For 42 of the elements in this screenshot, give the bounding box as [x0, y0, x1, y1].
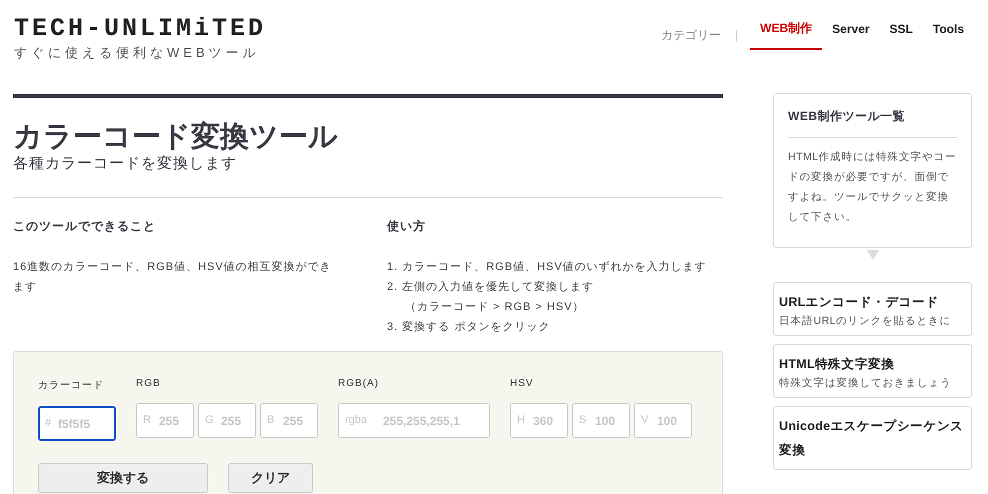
field-prefix: V [641, 414, 648, 427]
link-description: 特殊文字は変換しておきましょう [779, 376, 952, 390]
field-prefix: rgba [345, 414, 368, 427]
clear-button[interactable]: クリア [228, 463, 313, 493]
category-label: カテゴリー [661, 26, 722, 44]
field-prefix: S [579, 414, 586, 427]
usage-step: 2. 左側の入力値を優先して変換します [387, 277, 723, 297]
usage-note: （カラーコード > RGB > HSV） [404, 300, 586, 315]
tool-link-card[interactable]: Unicodeエスケープシーケンス変換 [773, 406, 972, 470]
field-label: RGB [136, 378, 162, 389]
site-tagline: すぐに使える便利なWEBツール [14, 44, 261, 62]
pointer-icon [866, 250, 878, 260]
link-title: URLエンコード・デコード [779, 294, 940, 311]
sidebar-text: HTML作成時には特殊文字やコードの変換が必要ですが、面倒ですよね。ツールでサクッと変換して下さい。 [788, 150, 957, 225]
section-heading: 使い方 [387, 218, 427, 235]
link-title: HTML特殊文字変換 [779, 356, 896, 373]
tool-link-card[interactable]: URLエンコード・デコード 日本語URLのリンクを貼るときに [773, 282, 972, 336]
link-title: Unicodeエスケープシーケンス変換 [779, 418, 964, 459]
link-description: 日本語URLのリンクを貼るときに [779, 314, 952, 328]
description-text: 16進数のカラーコード、RGB値、HSV値の相互変換ができます [13, 260, 333, 295]
convert-button[interactable]: 変換する [38, 463, 208, 493]
nav-tab[interactable]: Tools [922, 22, 974, 48]
tool-link-card[interactable]: HTML特殊文字変換 特殊文字は変換しておきましょう [773, 344, 972, 398]
field-prefix: R [143, 414, 151, 427]
nav-tab[interactable]: Server [822, 22, 880, 48]
nav-separator: | [735, 28, 738, 42]
sidebar-heading: WEB制作ツール一覧 [788, 108, 957, 138]
section-heading: このツールでできること [13, 218, 157, 235]
page-subtitle: 各種カラーコードを変換します [13, 154, 723, 198]
field-prefix: B [267, 414, 274, 427]
field-label: カラーコード [38, 379, 105, 392]
field-prefix: # [45, 417, 52, 430]
field-label: HSV [510, 378, 535, 389]
site-logo[interactable]: TECH-UNLIMiTED [14, 16, 266, 42]
usage-step: 1. カラーコード、RGB値、HSV値のいずれかを入力します [387, 257, 723, 277]
field-label: RGB(A) [338, 378, 380, 389]
nav-tab[interactable]: SSL [880, 22, 923, 48]
nav-tab[interactable]: WEB制作 [750, 20, 822, 50]
field-prefix: G [205, 414, 214, 427]
page-title: カラーコード変換ツール [13, 120, 339, 154]
usage-step: 3. 変換する ボタンをクリック [387, 317, 723, 337]
field-prefix: H [517, 414, 525, 427]
